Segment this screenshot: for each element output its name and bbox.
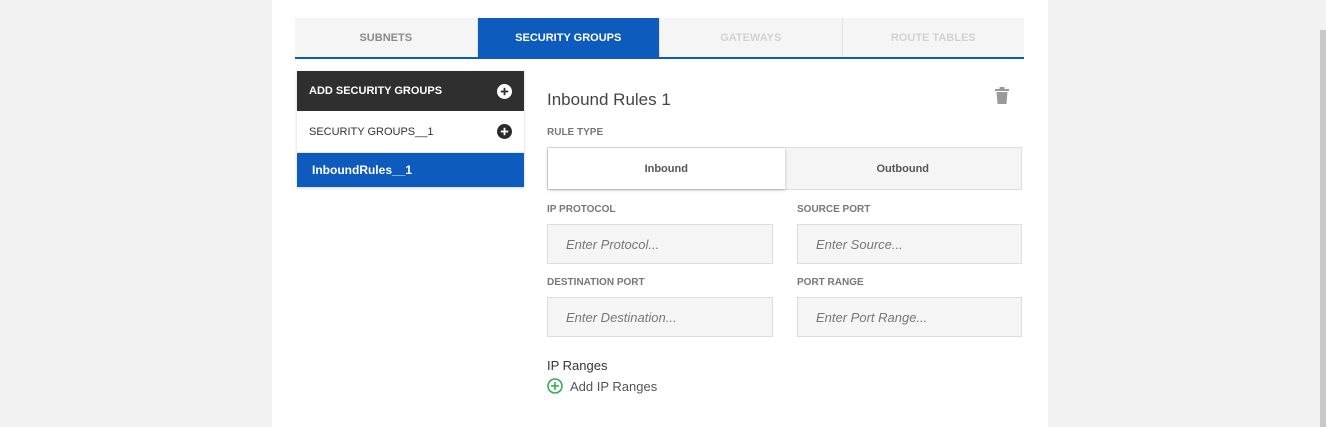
scrollbar-thumb[interactable]	[1320, 30, 1326, 427]
security-group-label: SECURITY GROUPS__1	[309, 125, 434, 138]
tab-subnets[interactable]: SUBNETS	[295, 18, 478, 57]
add-ip-ranges-button[interactable]: Add IP Ranges	[547, 378, 657, 394]
tab-bar: SUBNETS SECURITY GROUPS GATEWAYS ROUTE T…	[295, 18, 1024, 59]
port-range-input[interactable]	[797, 297, 1022, 337]
network-config-card: SUBNETS SECURITY GROUPS GATEWAYS ROUTE T…	[272, 0, 1048, 427]
port-range-label: PORT RANGE	[797, 277, 864, 288]
ip-protocol-label: IP PROTOCOL	[547, 204, 616, 215]
security-groups-list: ADD SECURITY GROUPS SECURITY GROUPS__1 I…	[297, 71, 524, 187]
add-security-groups-label: ADD SECURITY GROUPS	[309, 85, 443, 97]
add-security-groups-header[interactable]: ADD SECURITY GROUPS	[297, 71, 524, 111]
inbound-rules-label: InboundRules__1	[312, 163, 413, 177]
rule-type-toggle: Inbound Outbound	[547, 147, 1022, 190]
add-ip-ranges-label: Add IP Ranges	[570, 378, 658, 394]
plus-circle-icon[interactable]	[497, 124, 512, 139]
trash-icon[interactable]	[995, 87, 1011, 105]
tab-route-tables: ROUTE TABLES	[842, 18, 1024, 57]
tab-gateways: GATEWAYS	[660, 18, 843, 57]
source-port-label: SOURCE PORT	[797, 204, 871, 215]
page-scrollbar[interactable]	[1320, 0, 1326, 427]
plus-circle-outline-icon	[547, 378, 563, 394]
inbound-option[interactable]: Inbound	[548, 148, 785, 189]
tab-security-groups[interactable]: SECURITY GROUPS	[477, 18, 660, 57]
panel-title: Inbound Rules 1	[547, 90, 671, 109]
list-item-security-group[interactable]: SECURITY GROUPS__1	[297, 111, 524, 153]
destination-port-input[interactable]	[547, 297, 773, 337]
ip-ranges-label: IP Ranges	[547, 358, 608, 373]
source-port-input[interactable]	[797, 224, 1022, 264]
outbound-option[interactable]: Outbound	[785, 148, 1022, 189]
rule-type-label: RULE TYPE	[547, 127, 604, 138]
destination-port-label: DESTINATION PORT	[547, 277, 645, 288]
ip-protocol-input[interactable]	[547, 224, 773, 264]
plus-circle-icon[interactable]	[497, 83, 512, 99]
list-item-inbound-rules[interactable]: InboundRules__1	[297, 153, 524, 187]
